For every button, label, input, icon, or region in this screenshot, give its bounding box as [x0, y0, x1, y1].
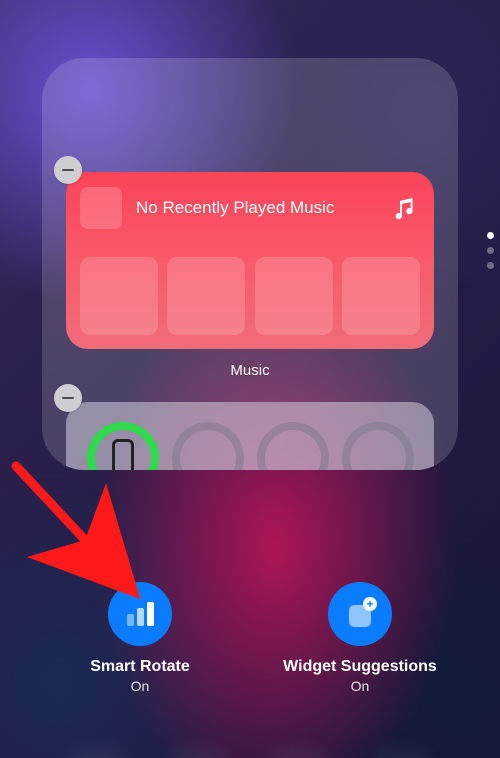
music-widget-label: Music: [42, 362, 458, 379]
dock-blur: [0, 722, 500, 758]
smart-rotate-option[interactable]: Smart Rotate On: [40, 582, 240, 694]
battery-ring-empty: [172, 422, 244, 470]
smart-rotate-state: On: [131, 678, 150, 694]
music-slot[interactable]: [255, 257, 333, 335]
batteries-widget[interactable]: [66, 402, 434, 470]
battery-ring-phone: [87, 422, 159, 470]
remove-batteries-widget-button[interactable]: [54, 384, 82, 412]
music-widget-title: No Recently Played Music: [136, 198, 390, 218]
minus-icon: [62, 169, 74, 172]
smart-rotate-title: Smart Rotate: [90, 658, 190, 676]
battery-ring-empty: [257, 422, 329, 470]
stack-page-indicator[interactable]: [487, 232, 494, 269]
widget-stack-panel: No Recently Played Music Music: [42, 58, 458, 470]
page-dot[interactable]: [487, 232, 494, 239]
battery-ring-empty: [342, 422, 414, 470]
widget-suggestions-state: On: [351, 678, 370, 694]
widget-plus-icon: +: [345, 599, 375, 629]
widget-suggestions-title: Widget Suggestions: [283, 658, 437, 676]
music-slot[interactable]: [80, 257, 158, 335]
remove-music-widget-button[interactable]: [54, 156, 82, 184]
widget-suggestions-option[interactable]: + Widget Suggestions On: [260, 582, 460, 694]
music-slot[interactable]: [167, 257, 245, 335]
widget-suggestions-button[interactable]: +: [328, 582, 392, 646]
music-slot[interactable]: [342, 257, 420, 335]
phone-icon: [112, 439, 134, 470]
page-dot[interactable]: [487, 247, 494, 254]
music-widget-header: No Recently Played Music: [80, 186, 420, 230]
bars-icon: [127, 602, 154, 626]
smart-rotate-button[interactable]: [108, 582, 172, 646]
music-recent-slots: [80, 257, 420, 335]
music-note-icon: [390, 193, 420, 223]
music-widget[interactable]: No Recently Played Music: [66, 172, 434, 349]
page-dot[interactable]: [487, 262, 494, 269]
music-artwork-placeholder: [80, 187, 122, 229]
stack-options-row: Smart Rotate On + Widget Suggestions On: [0, 582, 500, 694]
minus-icon: [62, 397, 74, 400]
